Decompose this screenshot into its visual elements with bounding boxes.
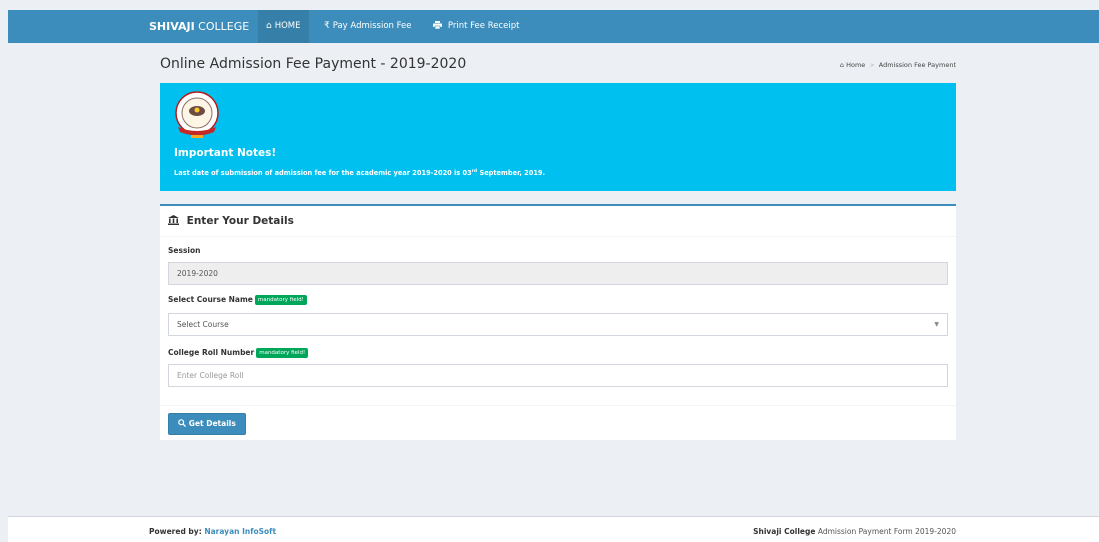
nav-pay-admission-fee[interactable]: ₹ Pay Admission Fee bbox=[316, 10, 420, 43]
page-title: Online Admission Fee Payment - 2019-2020 bbox=[160, 56, 467, 72]
brand-rest: COLLEGE bbox=[194, 20, 250, 33]
nav-home[interactable]: ⌂ HOME bbox=[258, 10, 309, 43]
nav-pay-label: Pay Admission Fee bbox=[332, 21, 412, 31]
footer-powered-by: Powered by: Narayan InfoSoft bbox=[149, 527, 277, 536]
search-icon bbox=[178, 419, 189, 428]
breadcrumb-separator: > bbox=[869, 61, 875, 69]
bank-icon bbox=[168, 215, 183, 227]
roll-label: College Roll Number mandatory field! bbox=[168, 348, 309, 358]
narayan-infosoft-link[interactable]: Narayan InfoSoft bbox=[204, 527, 276, 536]
home-icon: ⌂ bbox=[839, 61, 845, 69]
home-icon: ⌂ bbox=[266, 21, 272, 31]
nav-print-label: Print Fee Receipt bbox=[447, 21, 520, 31]
content-header: Online Admission Fee Payment - 2019-2020… bbox=[160, 56, 956, 76]
breadcrumb-home[interactable]: Home bbox=[846, 61, 865, 69]
rupee-icon: ₹ bbox=[324, 21, 330, 31]
breadcrumb: ⌂ Home > Admission Fee Payment bbox=[840, 61, 956, 69]
footer-credit: Shivaji College Admission Payment Form 2… bbox=[753, 527, 956, 536]
caret-down-icon: ▼ bbox=[934, 321, 939, 328]
box-footer-divider bbox=[160, 405, 956, 406]
enter-details-box: Enter Your Details Session 2019-2020 Sel… bbox=[160, 204, 956, 440]
brand-logo-text[interactable]: SHIVAJI COLLEGE bbox=[149, 10, 249, 43]
course-select[interactable]: Select Course ▼ bbox=[168, 313, 948, 336]
nav-print-fee-receipt[interactable]: Print Fee Receipt bbox=[425, 10, 527, 43]
brand-bold: SHIVAJI bbox=[149, 20, 195, 33]
print-icon bbox=[433, 21, 445, 31]
box-header-divider bbox=[160, 236, 956, 237]
callout-text: Last date of submission of admission fee… bbox=[174, 169, 546, 178]
session-field: 2019-2020 bbox=[168, 262, 948, 285]
nav-home-label: HOME bbox=[274, 21, 301, 31]
mandatory-badge: mandatory field! bbox=[254, 295, 307, 305]
callout-title: Important Notes! bbox=[174, 147, 277, 159]
top-navbar: SHIVAJI COLLEGE ⌂ HOME ₹ Pay Admission Fee… bbox=[8, 10, 1099, 43]
college-roll-input[interactable]: Enter College Roll bbox=[168, 364, 948, 387]
box-title: Enter Your Details bbox=[168, 215, 294, 227]
get-details-button[interactable]: Get Details bbox=[168, 413, 246, 435]
session-label: Session bbox=[168, 246, 201, 255]
college-seal-logo bbox=[172, 89, 222, 141]
mandatory-badge: mandatory field! bbox=[256, 348, 309, 358]
course-select-value: Select Course bbox=[177, 320, 229, 329]
important-notes-callout: Important Notes! Last date of submission… bbox=[160, 83, 956, 191]
get-details-label: Get Details bbox=[188, 419, 236, 428]
page-footer: Powered by: Narayan InfoSoft Shivaji Col… bbox=[8, 516, 1099, 542]
course-label: Select Course Name mandatory field! bbox=[168, 295, 307, 305]
breadcrumb-current: Admission Fee Payment bbox=[878, 61, 956, 69]
